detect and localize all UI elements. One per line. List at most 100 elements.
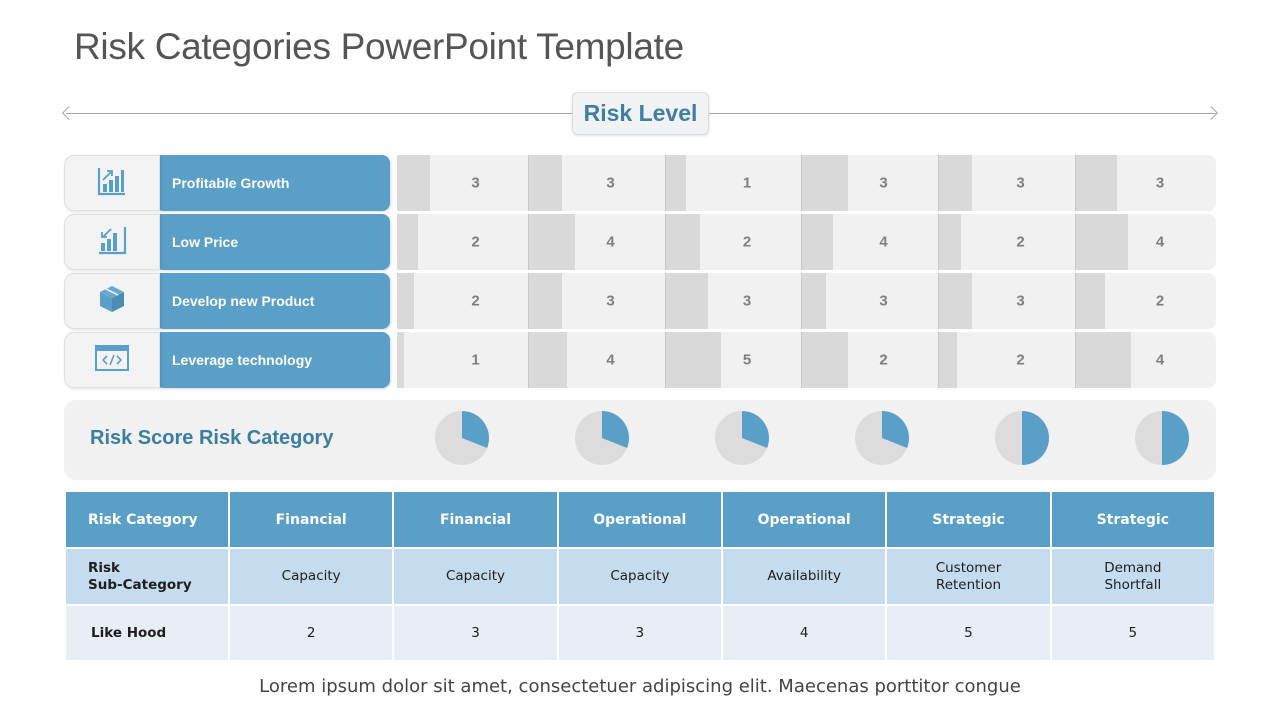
risk-score-panel: Risk Score Risk Category: [64, 400, 1216, 480]
sub-category-text: Capacity: [445, 568, 505, 584]
category-cell: Operational: [720, 490, 888, 549]
risk-score-pie: [995, 411, 1049, 465]
category-cell: Operational: [556, 490, 723, 549]
risk-level-cell: 1: [397, 332, 529, 388]
sub-category-cell: Demand Shortfall: [1049, 547, 1217, 606]
sub-category-cell: Capacity: [556, 547, 723, 606]
risk-level-cell: 3: [397, 155, 529, 211]
likelihood-cell: 3: [392, 604, 559, 662]
risk-level-value: 3: [1016, 174, 1025, 192]
slide-title: Risk Categories PowerPoint Template: [74, 26, 684, 67]
factor-label: Develop new Product: [154, 273, 390, 329]
arrow-right-icon: [1203, 105, 1219, 121]
risk-level-cell: 3: [939, 273, 1076, 329]
category-row-label: Risk Category: [64, 490, 230, 549]
risk-level-value: 3: [606, 174, 615, 192]
risk-level-cell: 2: [397, 273, 529, 329]
pie-score-slice: [1022, 411, 1049, 465]
risk-level-cell: 3: [939, 155, 1076, 211]
risk-level-value: 2: [1016, 233, 1025, 251]
risk-level-cell: 4: [802, 214, 939, 270]
risk-score-pie: [855, 411, 909, 465]
risk-level-cell: 2: [666, 214, 802, 270]
sub-category-cell: Capacity: [392, 547, 559, 606]
risk-level-value: 2: [471, 233, 480, 251]
risk-level-cell: 2: [939, 332, 1076, 388]
sub-category-text: Customer: [935, 559, 1002, 576]
risk-score-pie: [435, 411, 489, 465]
risk-level-cell: 3: [529, 155, 666, 211]
risk-level-value: 2: [742, 233, 752, 251]
risk-level-cell: 3: [802, 155, 939, 211]
sub-category-row-label: Risk Sub-Category: [64, 547, 230, 606]
risk-score-pie: [1135, 411, 1189, 465]
risk-level-value: 4: [1155, 233, 1165, 251]
sub-category-text: Capacity: [610, 568, 670, 584]
sub-category-text: Retention: [935, 576, 1002, 593]
arrow-left-icon: [61, 105, 77, 121]
risk-level-value: 2: [471, 292, 480, 310]
risk-level-value: 3: [742, 292, 752, 310]
risk-level-label: Risk Level: [572, 92, 709, 135]
risk-level-cell: 1: [666, 155, 802, 211]
sub-category-cell: Capacity: [227, 547, 395, 606]
sub-category-text: Capacity: [281, 568, 341, 584]
risk-level-cell: 2: [1076, 273, 1216, 329]
code-window-icon: [95, 344, 129, 377]
sub-category-row: Risk Sub-Category Capacity Capacity Capaci…: [64, 547, 1217, 606]
category-cell: Strategic: [885, 490, 1052, 549]
likelihood-cell: 5: [885, 604, 1052, 662]
risk-level-value: 4: [606, 351, 615, 369]
likelihood-cell: 3: [556, 604, 723, 662]
risk-category-table: Risk Category Financial Financial Operatio…: [64, 490, 1217, 662]
category-cell: Strategic: [1049, 490, 1217, 549]
sub-category-text: Availability: [767, 568, 841, 584]
likelihood-row-label: Like Hood: [64, 604, 230, 662]
footer-text: Lorem ipsum dolor sit amet, consectetuer…: [259, 676, 1021, 697]
sub-category-cell: Customer Retention: [885, 547, 1052, 606]
risk-level-value: 4: [879, 233, 888, 251]
risk-level-cell: 4: [1076, 332, 1216, 388]
sub-category-label-line1: Risk: [88, 559, 121, 576]
factor-level-cells: 3 3 1 3 3 3: [397, 155, 1216, 211]
risk-level-cell: 3: [802, 273, 939, 329]
risk-factor-row: Low Price 2 4 2 4 2 4: [64, 214, 1216, 270]
declining-chart-icon: [97, 225, 127, 260]
risk-factor-row: Develop new Product 2 3 3 3 3 2: [64, 273, 1216, 329]
risk-level-cell: 3: [1076, 155, 1216, 211]
factor-icon-box: [64, 214, 160, 270]
sub-category-label-line2: Sub-Category: [88, 576, 192, 593]
sub-category-cell: Availability: [720, 547, 888, 606]
likelihood-cell: 4: [720, 604, 888, 662]
sub-category-text: Shortfall: [1104, 576, 1162, 593]
risk-score-pie: [715, 411, 769, 465]
likelihood-cell: 2: [227, 604, 395, 662]
risk-level-value: 3: [879, 292, 888, 310]
risk-level-value: 3: [1016, 292, 1025, 310]
factor-level-cells: 1 4 5 2 2 4: [397, 332, 1216, 388]
factor-level-cells: 2 3 3 3 3 2: [397, 273, 1216, 329]
risk-level-value: 2: [879, 351, 888, 369]
factor-label: Low Price: [154, 214, 390, 270]
growth-chart-icon: [97, 166, 127, 201]
category-row: Risk Category Financial Financial Operatio…: [64, 490, 1217, 549]
risk-level-cell: 5: [666, 332, 802, 388]
risk-level-value: 5: [742, 351, 752, 369]
risk-level-cell: 3: [529, 273, 666, 329]
risk-level-cell: 4: [529, 214, 666, 270]
risk-level-cell: 2: [802, 332, 939, 388]
risk-level-value: 3: [606, 292, 615, 310]
risk-level-value: 3: [1155, 174, 1165, 192]
risk-level-value: 1: [471, 351, 480, 369]
product-box-icon: [97, 284, 127, 319]
pie-score-slice: [1162, 411, 1189, 465]
category-cell: Financial: [392, 490, 559, 549]
factor-icon-box: [64, 155, 160, 211]
factor-icon-box: [64, 273, 160, 329]
risk-level-value: 3: [471, 174, 480, 192]
risk-level-cell: 2: [939, 214, 1076, 270]
factor-label: Leverage technology: [154, 332, 390, 388]
factor-icon-box: [64, 332, 160, 388]
factor-level-cells: 2 4 2 4 2 4: [397, 214, 1216, 270]
risk-level-value: 1: [742, 174, 752, 192]
